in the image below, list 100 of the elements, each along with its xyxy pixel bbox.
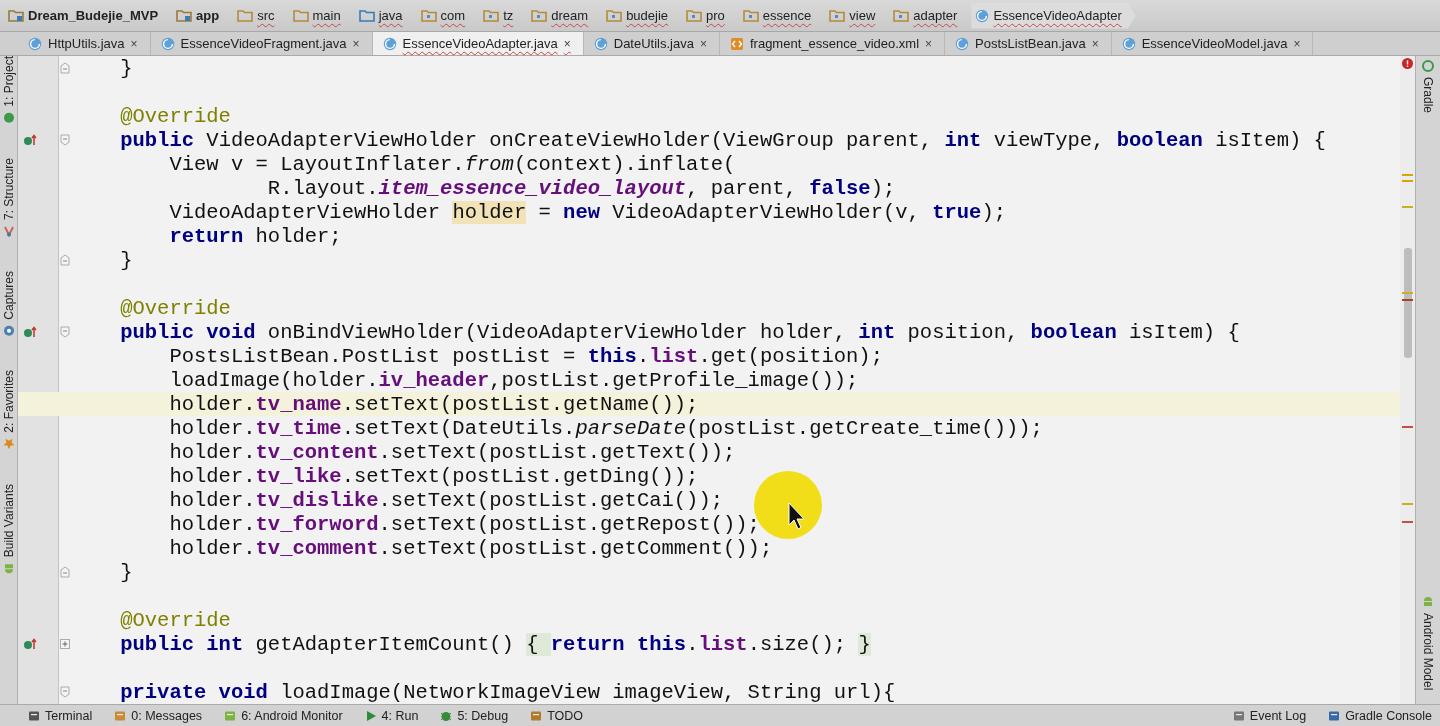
folder-icon (893, 9, 910, 22)
gradle-icon (1422, 60, 1434, 72)
tool-window-button[interactable]: 5: Debug (440, 708, 509, 723)
star-icon (2, 438, 15, 451)
breadcrumb[interactable]: EssenceVideoAdapter (971, 2, 1136, 29)
code-line: return holder; (168, 224, 343, 248)
code-line: holder.tv_comment.setText(postList.getComment()); (168, 536, 774, 560)
breadcrumb[interactable]: tz (479, 2, 528, 29)
breadcrumb[interactable]: view (825, 2, 890, 29)
tool-window-tab[interactable]: Android Model (1421, 595, 1435, 690)
code-line: @Override (119, 608, 232, 632)
editor-tab[interactable]: PostsListBean.java × (945, 32, 1112, 55)
close-icon[interactable]: × (352, 36, 360, 51)
breadcrumb[interactable]: adapter (889, 2, 972, 29)
todo-icon (530, 709, 543, 722)
console-icon (1328, 709, 1341, 722)
tool-window-tab[interactable]: Build Variants (1, 484, 16, 575)
breadcrumb[interactable]: main (288, 2, 355, 29)
tool-window-button[interactable]: 4: Run (364, 708, 419, 723)
override-icon[interactable] (23, 638, 37, 650)
code-line: holder.tv_forword.setText(postList.getRepost()); (168, 512, 761, 536)
android-icon (224, 709, 237, 722)
run-icon (364, 709, 377, 722)
breadcrumb[interactable]: app (172, 2, 234, 29)
folder-icon (531, 9, 548, 22)
folder-icon (358, 9, 375, 22)
editor-tab[interactable]: EssenceVideoModel.java × (1111, 32, 1314, 55)
fold-end-icon (60, 62, 70, 74)
code-line: public void onBindViewHolder(VideoAdapterViewHolder holder, int position, boolean isItem) { (119, 320, 1241, 344)
editor-tab[interactable]: HttpUtils.java × (18, 32, 151, 55)
scrollbar-thumb[interactable] (1404, 248, 1412, 358)
breadcrumb[interactable]: com (416, 2, 480, 29)
breadcrumb[interactable]: src (233, 2, 289, 29)
project-icon (2, 111, 15, 124)
close-icon[interactable]: × (1293, 36, 1301, 51)
android-icon (1422, 595, 1434, 608)
tool-window-button[interactable]: TODO (530, 708, 584, 723)
override-icon[interactable] (23, 134, 37, 146)
tool-window-tab[interactable]: 1: Project (1, 56, 16, 124)
class-icon (975, 8, 990, 23)
tool-window-button[interactable]: 0: Messages (114, 708, 203, 723)
expand-icon (60, 639, 70, 649)
editor-tab[interactable]: DateUtils.java × (583, 32, 720, 55)
breadcrumb[interactable]: budejie (602, 2, 683, 29)
tool-window-button[interactable]: Terminal (28, 708, 93, 723)
code-line: holder.tv_content.setText(postList.getText()); (168, 440, 737, 464)
close-icon[interactable]: × (130, 36, 138, 51)
folder-icon (483, 9, 500, 22)
android-icon (2, 562, 15, 575)
folder-icon (606, 9, 623, 22)
folder-icon (292, 9, 309, 22)
tool-window-button[interactable]: Event Log (1232, 708, 1307, 723)
breadcrumb[interactable]: pro (682, 2, 739, 29)
fold-icon (60, 326, 70, 338)
code-line: VideoAdapterViewHolder holder = new VideoAdapterViewHolder(v, true); (168, 200, 1007, 224)
close-icon[interactable]: × (699, 36, 707, 51)
code-line: public int getAdapterItemCount() { return this.list.size(); } (119, 632, 872, 656)
close-icon[interactable]: × (563, 36, 571, 51)
breadcrumb[interactable]: dream (527, 2, 603, 29)
code-line: holder.tv_dislike.setText(postList.getCai()); (168, 488, 725, 512)
tool-window-button[interactable]: 6: Android Monitor (224, 708, 343, 723)
tool-window-tab[interactable]: Captures (1, 270, 16, 337)
override-icon[interactable] (23, 326, 37, 338)
code-line: } (119, 248, 134, 272)
breadcrumb[interactable]: Dream_Budejie_MVP (4, 2, 173, 29)
xml-file-icon (729, 36, 744, 51)
close-icon[interactable]: × (925, 36, 933, 51)
code-line: public VideoAdapterViewHolder onCreateViewHolder(ViewGroup parent, int viewType, boolean isItem) { (119, 128, 1327, 152)
class-icon (160, 36, 175, 51)
folder-icon (420, 9, 437, 22)
breadcrumb[interactable]: java (354, 2, 417, 29)
class-icon (382, 36, 397, 51)
code-line: holder.tv_time.setText(DateUtils.parseDate(postList.getCreate_time())); (168, 416, 1044, 440)
folder-icon (829, 9, 846, 22)
cursor-highlight (753, 470, 823, 540)
structure-icon (2, 224, 15, 237)
close-icon[interactable]: × (1091, 36, 1099, 51)
tool-window-tab[interactable]: 7: Structure (1, 157, 16, 237)
bug-icon (440, 709, 453, 722)
event-log-icon (1232, 709, 1245, 722)
camera-icon (2, 324, 15, 337)
code-line: @Override (119, 104, 232, 128)
editor-tab[interactable]: EssenceVideoAdapter.java × (372, 32, 584, 55)
class-icon (593, 36, 608, 51)
folder-icon (686, 9, 703, 22)
code-line: PostsListBean.PostList postList = this.list.get(position); (168, 344, 884, 368)
error-icon (1402, 58, 1413, 69)
tool-window-button[interactable]: Gradle Console (1328, 708, 1432, 723)
folder-icon (176, 9, 193, 22)
tool-window-tab[interactable]: 2: Favorites (1, 370, 16, 451)
breadcrumb[interactable]: essence (738, 2, 826, 29)
fold-end-icon (60, 254, 70, 266)
fold-icon (60, 686, 70, 698)
editor-tab[interactable]: EssenceVideoFragment.java × (150, 32, 373, 55)
code-line: View v = LayoutInflater.from(context).inflate( (168, 152, 737, 176)
code-line: } (119, 56, 134, 80)
code-line: private void loadImage(NetworkImageView imageView, String url){ (119, 680, 897, 704)
tool-window-tab[interactable]: Gradle (1421, 60, 1435, 114)
code-line: @Override (119, 296, 232, 320)
editor-tab[interactable]: fragment_essence_video.xml × (719, 32, 946, 55)
